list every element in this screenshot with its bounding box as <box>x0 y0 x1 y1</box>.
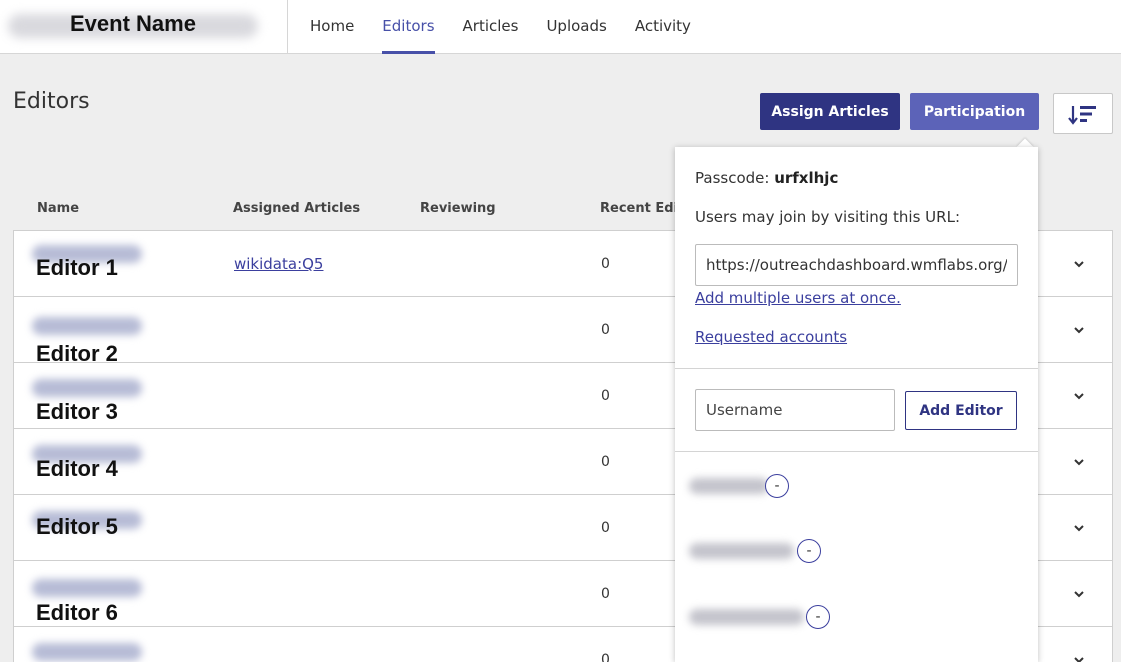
divider <box>675 451 1038 452</box>
passcode-label: Passcode: <box>695 169 770 187</box>
join-url-field[interactable] <box>695 244 1018 286</box>
requested-accounts-link[interactable]: Requested accounts <box>695 328 847 346</box>
blurred-username <box>32 379 142 397</box>
nav-activity[interactable]: Activity <box>621 0 705 54</box>
editor-name[interactable]: Editor 6 <box>36 600 118 626</box>
recent-edits-value: 0 <box>601 586 610 602</box>
divider <box>675 368 1038 369</box>
sort-descending-icon <box>1068 106 1096 125</box>
nav-uploads[interactable]: Uploads <box>532 0 620 54</box>
blurred-member-name <box>689 478 769 494</box>
recent-edits-value: 0 <box>601 322 610 338</box>
join-instructions: Users may join by visiting this URL: <box>695 208 960 226</box>
recent-edits-value: 0 <box>601 454 610 470</box>
participation-button[interactable]: Participation <box>910 93 1039 130</box>
chevron-down-icon[interactable] <box>1072 521 1086 535</box>
editor-name[interactable]: Editor 1 <box>36 255 118 281</box>
add-editor-button[interactable]: Add Editor <box>905 391 1017 430</box>
assign-articles-button[interactable]: Assign Articles <box>760 93 900 130</box>
chevron-down-icon[interactable] <box>1072 653 1086 662</box>
assigned-article-link[interactable]: wikidata:Q5 <box>234 255 323 273</box>
chevron-down-icon[interactable] <box>1072 455 1086 469</box>
sort-button[interactable] <box>1053 93 1113 134</box>
nav-editors[interactable]: Editors <box>368 0 448 54</box>
add-multiple-users-link[interactable]: Add multiple users at once. <box>695 289 901 307</box>
column-header-assigned[interactable]: Assigned Articles <box>233 201 360 216</box>
participation-popover: Passcode: urfxlhjc Users may join by vis… <box>675 147 1038 662</box>
recent-edits-value: 0 <box>601 520 610 536</box>
nav-home[interactable]: Home <box>296 0 368 54</box>
blurred-member-name <box>689 609 804 625</box>
page-title: Editors <box>13 89 90 114</box>
recent-edits-value: 0 <box>601 256 610 272</box>
editor-name[interactable]: Editor 3 <box>36 399 118 425</box>
recent-edits-value: 0 <box>601 652 610 662</box>
remove-member-button[interactable]: - <box>806 605 830 629</box>
event-brand[interactable]: Event Name <box>0 0 288 54</box>
main-nav: Home Editors Articles Uploads Activity <box>296 0 705 54</box>
blurred-username <box>32 317 142 335</box>
editor-name[interactable]: Editor 5 <box>36 514 118 540</box>
recent-edits-value: 0 <box>601 388 610 404</box>
remove-member-button[interactable]: - <box>797 539 821 563</box>
column-header-recent-edits[interactable]: Recent Edit <box>600 201 684 216</box>
event-title: Event Name <box>70 11 196 36</box>
chevron-down-icon[interactable] <box>1072 587 1086 601</box>
passcode-value: urfxlhjc <box>774 169 839 187</box>
chevron-down-icon[interactable] <box>1072 323 1086 337</box>
blurred-username <box>32 579 142 597</box>
remove-member-button[interactable]: - <box>765 474 789 498</box>
editor-name[interactable]: Editor 4 <box>36 456 118 482</box>
chevron-down-icon[interactable] <box>1072 257 1086 271</box>
column-header-name[interactable]: Name <box>37 201 79 216</box>
passcode-line: Passcode: urfxlhjc <box>695 169 838 187</box>
blurred-member-name <box>689 543 794 559</box>
username-input[interactable] <box>695 389 895 431</box>
column-header-reviewing[interactable]: Reviewing <box>420 201 496 216</box>
chevron-down-icon[interactable] <box>1072 389 1086 403</box>
blurred-username <box>32 643 142 661</box>
top-navbar: Event Name Home Editors Articles Uploads… <box>0 0 1121 54</box>
nav-articles[interactable]: Articles <box>449 0 533 54</box>
